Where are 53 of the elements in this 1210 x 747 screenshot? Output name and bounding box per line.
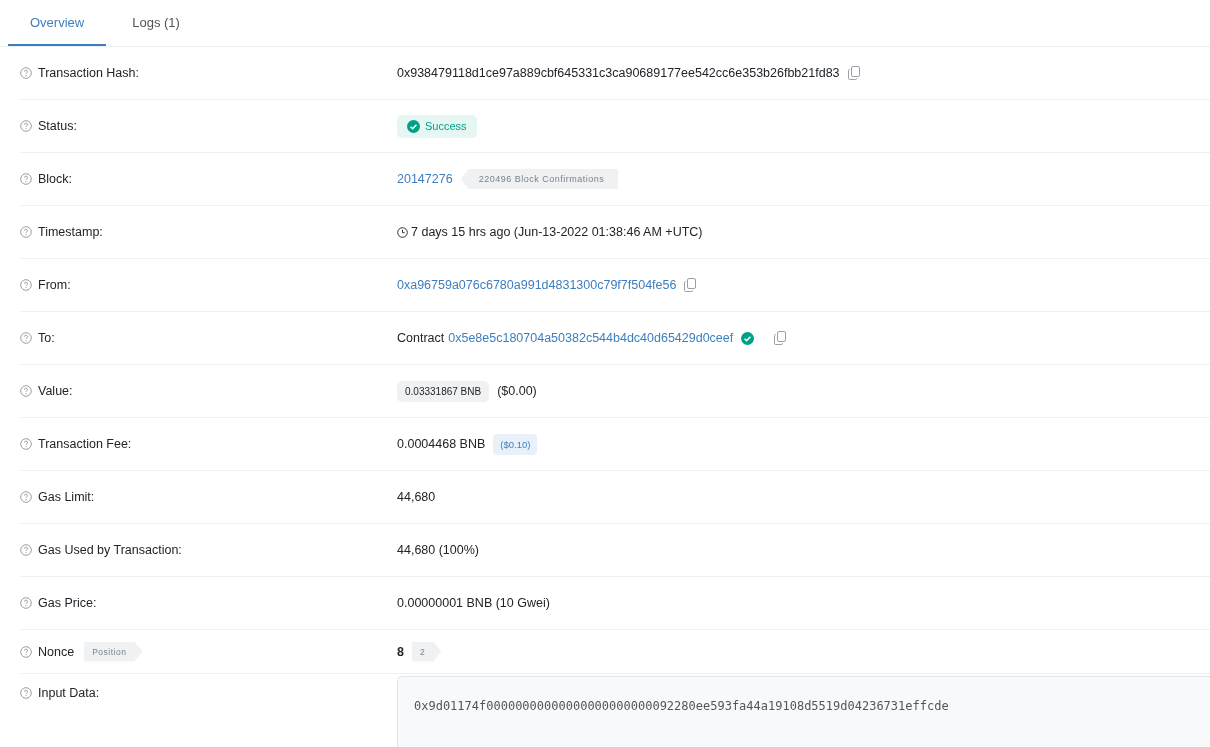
position-badge: 2 bbox=[411, 641, 442, 662]
field-label: Transaction Hash: bbox=[38, 66, 139, 80]
field-value: 44,680 bbox=[397, 490, 436, 504]
copy-icon[interactable] bbox=[774, 331, 787, 345]
field-label: Gas Limit: bbox=[38, 490, 95, 504]
field-label: Transaction Fee: bbox=[38, 437, 132, 451]
clock-icon bbox=[397, 226, 408, 238]
position-label: Position bbox=[84, 641, 143, 662]
transaction-hash: 0x938479118d1ce97a889cbf645331c3ca90689177ee542cc6e353b26fbb21fd83 bbox=[397, 66, 840, 80]
nonce-value: 8 bbox=[397, 644, 404, 659]
help-icon bbox=[20, 120, 32, 132]
help-icon bbox=[20, 687, 32, 699]
help-icon bbox=[20, 279, 32, 291]
check-circle-icon bbox=[407, 119, 420, 133]
usd-value: ($0.00) bbox=[497, 384, 537, 398]
field-label: Nonce bbox=[38, 644, 75, 659]
help-icon bbox=[20, 332, 32, 344]
field-label: Gas Used by Transaction: bbox=[38, 543, 182, 557]
help-icon bbox=[20, 597, 32, 609]
check-circle-icon bbox=[741, 331, 755, 345]
usd-badge: ($0.10) bbox=[493, 433, 538, 455]
status-badge: Success bbox=[397, 114, 477, 138]
timestamp-text: 7 days 15 hrs ago (Jun-13-2022 01:38:46 AM +UTC) bbox=[411, 225, 703, 239]
help-icon bbox=[20, 491, 32, 503]
help-icon bbox=[20, 226, 32, 238]
field-label: Gas Price: bbox=[38, 596, 97, 610]
field-value: 44,680 (100%) bbox=[397, 543, 479, 557]
address-link[interactable]: 0xa96759a076c6780a991d4831300c79f7f504fe56 bbox=[397, 278, 677, 292]
help-icon bbox=[20, 67, 32, 79]
help-icon bbox=[20, 173, 32, 185]
address-link[interactable]: 0x5e8e5c180704a50382c544b4dc40d65429d0ceef bbox=[448, 331, 734, 345]
value-amount: 0.03331867 BNB bbox=[397, 380, 490, 402]
field-label: Block: bbox=[38, 172, 73, 186]
help-icon bbox=[20, 385, 32, 397]
field-label: Value: bbox=[38, 384, 73, 398]
tab[interactable]: Overview bbox=[8, 0, 107, 46]
fee-amount: 0.0004468 BNB bbox=[397, 437, 486, 451]
tab[interactable]: Logs (1) bbox=[110, 0, 202, 46]
field-label: To: bbox=[38, 331, 55, 345]
help-icon bbox=[20, 438, 32, 450]
field-label: From: bbox=[38, 278, 71, 292]
help-icon bbox=[20, 544, 32, 556]
field-label: Timestamp: bbox=[38, 225, 103, 239]
input-data-field[interactable]: 0x9d01174f00000000000000000000000092280ee593fa44a19108d5519d04236731effcde bbox=[397, 676, 1210, 747]
field-label: Status: bbox=[38, 119, 77, 133]
field-value: 0.00000001 BNB (10 Gwei) bbox=[397, 596, 550, 610]
copy-icon[interactable] bbox=[684, 278, 697, 292]
block-link[interactable]: 20147276 bbox=[397, 172, 453, 186]
contract-label: Contract bbox=[397, 331, 445, 345]
copy-icon[interactable] bbox=[847, 66, 860, 80]
confirmations-badge: 220496 Block Confirmations bbox=[460, 169, 619, 189]
help-icon bbox=[20, 645, 32, 658]
field-label: Input Data: bbox=[38, 686, 100, 700]
